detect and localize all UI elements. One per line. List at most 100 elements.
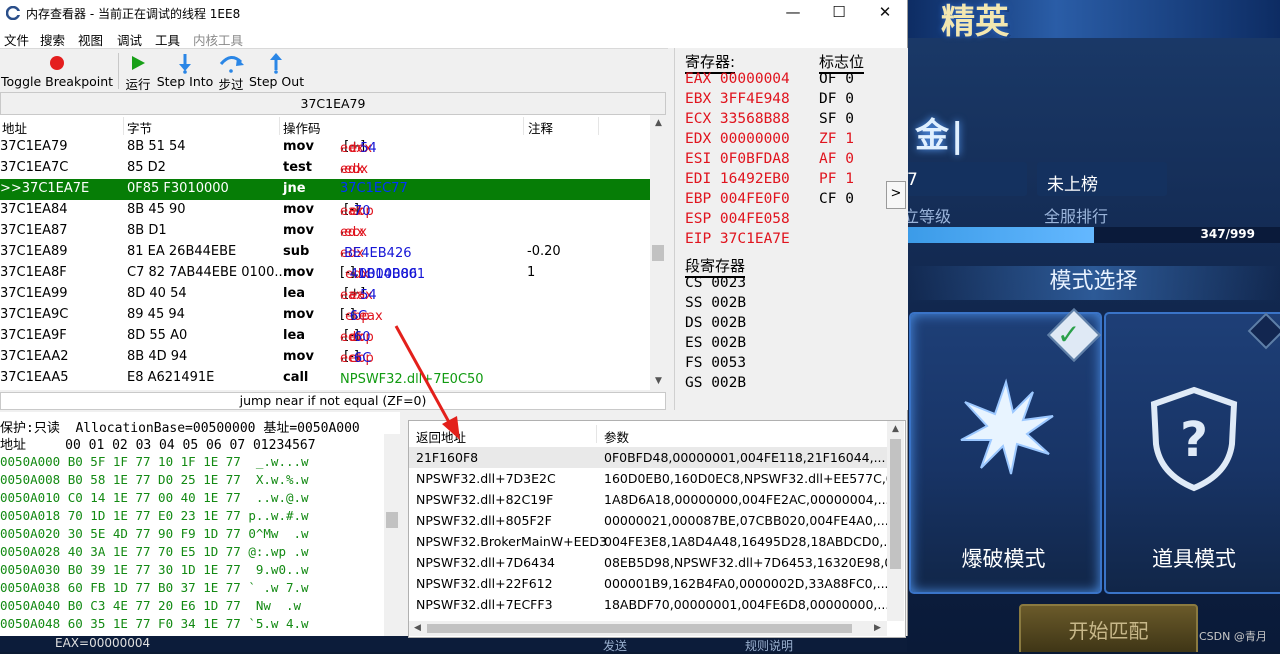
call-stack-row[interactable]: NPSWF32.dll+7D3E2C 160D0EB0,160D0EC8,NPSW… — [409, 468, 887, 489]
hex-row[interactable]: 0050A028 40 3A 1E 77 70 E5 1D 77 @:.wp .… — [0, 544, 309, 559]
rules-link[interactable]: 规则说明 — [745, 637, 793, 654]
disasm-row[interactable]: 37C1EA89 81 EA 26B44EBE sub edx, BE4EB426 -0.… — [0, 242, 650, 263]
call-stack-row[interactable]: NPSWF32.dll+7ECFF3 18ABDF70,00000001,004F… — [409, 594, 887, 615]
disasm-row[interactable]: 37C1EAA2 8B 4D 94 mov ecx ,[ebp -6C] — [0, 347, 650, 368]
call-stack-row[interactable]: NPSWF32.dll+82C19F 1A8D6A18,00000000,004F… — [409, 489, 887, 510]
hex-row[interactable]: 0050A040 B0 C3 4E 77 20 E6 1D 77 Nw .w — [0, 598, 301, 613]
toggle-breakpoint-button[interactable]: Toggle Breakpoint — [1, 49, 113, 93]
expand-registers-button[interactable]: > — [886, 181, 906, 209]
register-esp[interactable]: ESP 004FE058 — [685, 211, 790, 227]
hex-row[interactable]: 0050A030 B0 39 1E 77 30 1D 1E 77 9.w0..w — [0, 562, 309, 577]
call-stack-row[interactable]: 21F160F8 0F0BFD48,00000001,004FE118,21F16… — [409, 447, 887, 468]
disasm-row[interactable]: 37C1EA87 8B D1 mov edx, ecx — [0, 221, 650, 242]
hex-row[interactable]: 0050A010 C0 14 1E 77 00 40 1E 77 ..w.@.w — [0, 490, 309, 505]
column-divider[interactable] — [123, 117, 124, 135]
column-divider[interactable] — [598, 117, 599, 135]
scroll-down-icon[interactable]: ▼ — [650, 373, 667, 390]
scroll-up-icon[interactable]: ▲ — [887, 421, 904, 438]
flag-cf[interactable]: CF 0 — [819, 191, 854, 207]
col-opcode[interactable]: 操作码 — [283, 118, 321, 137]
scroll-left-icon[interactable]: ◀ — [409, 620, 426, 637]
menu-search[interactable]: 搜索 — [40, 30, 65, 49]
game-banner: 精英 — [907, 0, 1280, 42]
column-divider[interactable] — [523, 117, 524, 135]
scrollbar-thumb[interactable] — [386, 512, 398, 528]
call-stack-vscrollbar[interactable]: ▲ — [887, 421, 904, 621]
segment-gs[interactable]: GS 002B — [685, 375, 746, 391]
segment-ss[interactable]: SS 002B — [685, 295, 746, 311]
disasm-row[interactable]: 37C1EA9C 89 45 94 mov [ebp -6C], eax — [0, 305, 650, 326]
flag-df[interactable]: DF 0 — [819, 91, 854, 107]
menu-tools[interactable]: 工具 — [155, 30, 180, 49]
start-match-button[interactable]: 开始匹配 — [1019, 604, 1198, 652]
flag-sf[interactable]: SF 0 — [819, 111, 854, 127]
disasm-row[interactable]: 37C1EA7C 85 D2 test edx, edx — [0, 158, 650, 179]
scrollbar-thumb[interactable] — [652, 245, 664, 261]
run-button[interactable]: 运行 — [123, 49, 153, 93]
close-button[interactable]: ✕ — [862, 0, 908, 26]
flag-zf[interactable]: ZF 1 — [819, 131, 854, 147]
hex-row[interactable]: 0050A008 B0 58 1E 77 D0 25 1E 77 X.w.%.w — [0, 472, 309, 487]
register-esi[interactable]: ESI 0F0BFDA8 — [685, 151, 790, 167]
hex-dump-panel[interactable]: 保护:只读 AllocationBase=00500000 基址=0050A00… — [0, 412, 400, 636]
segment-cs[interactable]: CS 0023 — [685, 275, 746, 291]
scroll-up-icon[interactable]: ▲ — [650, 115, 667, 132]
segment-es[interactable]: ES 002B — [685, 335, 746, 351]
hex-row[interactable]: 0050A020 30 5E 4D 77 90 F9 1D 77 0^Mw .w — [0, 526, 309, 541]
scrollbar-thumb[interactable] — [890, 439, 901, 569]
call-stack-row[interactable]: NPSWF32.dll+805F2F 00000021,000087BE,07CB… — [409, 510, 887, 531]
maximize-button[interactable]: ☐ — [816, 0, 862, 26]
register-eip[interactable]: EIP 37C1EA7E — [685, 231, 790, 247]
hex-row[interactable]: 0050A038 60 FB 1D 77 B0 37 1E 77 ` .w 7.… — [0, 580, 309, 595]
scrollbar-thumb[interactable] — [427, 624, 852, 633]
call-stack-row[interactable]: NPSWF32.dll+7D6434 08EB5D98,NPSWF32.dll+7… — [409, 552, 887, 573]
col-comment[interactable]: 注释 — [528, 118, 553, 137]
col-parameters[interactable]: 参数 — [604, 427, 629, 446]
call-stack-hscrollbar[interactable]: ◀ ▶ — [409, 621, 887, 636]
disasm-row[interactable]: 37C1EA79 8B 51 54 mov edx ,[ecx +54] — [0, 137, 650, 158]
register-edx[interactable]: EDX 00000000 — [685, 131, 790, 147]
step-out-button[interactable]: Step Out — [249, 49, 304, 93]
disasm-row[interactable]: >>37C1EA7E 0F85 F3010000 jne 37C1EC77 — [0, 179, 650, 200]
disasm-row[interactable]: 37C1EA99 8D 40 54 lea eax ,[eax +54] — [0, 284, 650, 305]
disassembly-list[interactable]: 37C1EA79 8B 51 54 mov edx ,[ecx +54] 37C1EA7C 8… — [0, 137, 650, 390]
minimize-button[interactable]: — — [770, 0, 816, 26]
menu-kernel-tools[interactable]: 内核工具 — [193, 30, 243, 49]
col-address[interactable]: 地址 — [2, 118, 27, 137]
register-ecx[interactable]: ECX 33568B88 — [685, 111, 790, 127]
hex-row[interactable]: 0050A000 B0 5F 1F 77 10 1F 1E 77 _.w...w — [0, 454, 309, 469]
scroll-right-icon[interactable]: ▶ — [869, 620, 886, 637]
register-ebp[interactable]: EBP 004FE0F0 — [685, 191, 790, 207]
flag-af[interactable]: AF 0 — [819, 151, 854, 167]
flag-pf[interactable]: PF 1 — [819, 171, 854, 187]
disasm-bytes: 8B 45 90 — [127, 202, 186, 217]
register-eax[interactable]: EAX 00000004 — [685, 71, 790, 87]
send-button[interactable]: 发送 — [603, 637, 627, 654]
disasm-row[interactable]: 37C1EA84 8B 45 90 mov eax ,[ebp -70] — [0, 200, 650, 221]
column-divider[interactable] — [596, 425, 597, 443]
disasm-row[interactable]: 37C1EA9F 8D 55 A0 lea edx ,[ebp -60] — [0, 326, 650, 347]
menu-debug[interactable]: 调试 — [117, 30, 142, 49]
col-bytes[interactable]: 字节 — [127, 118, 152, 137]
segment-fs[interactable]: FS 0053 — [685, 355, 746, 371]
step-over-button[interactable]: 步过 — [216, 49, 246, 93]
register-ebx[interactable]: EBX 3FF4E948 — [685, 91, 790, 107]
register-edi[interactable]: EDI 16492EB0 — [685, 171, 790, 187]
title-bar[interactable]: 内存查看器 - 当前正在调试的线程 1EE8 — ☐ ✕ — [0, 0, 907, 26]
flag-of[interactable]: OF 0 — [819, 71, 854, 87]
hex-row[interactable]: 0050A018 70 1D 1E 77 E0 23 1E 77 p..w.#.… — [0, 508, 309, 523]
menu-file[interactable]: 文件 — [4, 30, 29, 49]
segment-ds[interactable]: DS 002B — [685, 315, 746, 331]
disasm-row[interactable]: 37C1EA8F C7 82 7AB44EBE 0100... mov [edx -41… — [0, 263, 650, 284]
column-divider[interactable] — [279, 117, 280, 135]
hex-scrollbar[interactable] — [384, 434, 400, 636]
call-stack-row[interactable]: NPSWF32.dll+22F612 000001B9,162B4FA0,0000… — [409, 573, 887, 594]
disasm-bytes: 85 D2 — [127, 160, 166, 175]
disassembler-scrollbar[interactable]: ▲ ▼ — [650, 115, 666, 390]
step-into-button[interactable]: Step Into — [156, 49, 214, 93]
disasm-row[interactable]: 37C1EAA5 E8 A621491E call NPSWF32.dll+7E0C5… — [0, 368, 650, 389]
hex-row[interactable]: 0050A048 60 35 1E 77 F0 34 1E 77 `5.w 4.… — [0, 616, 309, 631]
debug-toolbar: Toggle Breakpoint 运行 Step Into 步过 Step O… — [0, 48, 668, 93]
menu-view[interactable]: 视图 — [78, 30, 103, 49]
call-stack-row[interactable]: NPSWF32.BrokerMainW+EED3 004FE3E8,1A8D4A4… — [409, 531, 887, 552]
